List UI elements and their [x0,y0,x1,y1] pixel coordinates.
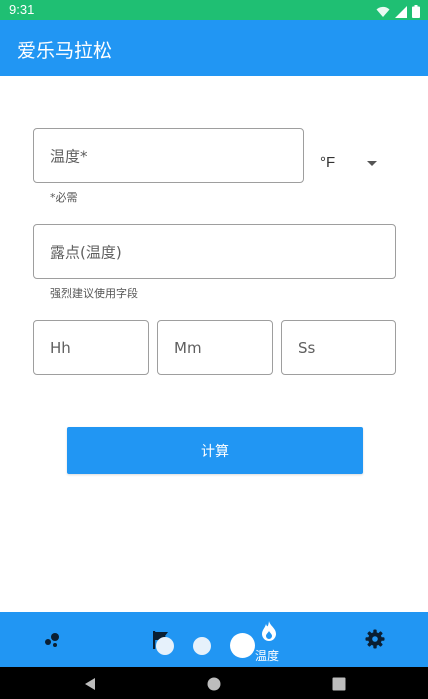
home-icon[interactable] [207,676,221,695]
temperature-helper-text: *必需 [50,191,78,204]
nav-item-settings[interactable] [350,612,400,667]
nav-item-label: 温度 [255,649,280,663]
status-time: 9:31 [9,2,35,17]
app-bar: 爱乐马拉松 [0,20,428,76]
dew-point-placeholder: 露点(温度) [50,243,122,261]
unit-dropdown[interactable]: °F [315,150,385,176]
scatter-icon [44,630,64,652]
hours-placeholder: Hh [50,338,71,357]
hours-input[interactable]: Hh [33,320,149,375]
temperature-placeholder: 温度* [50,147,88,165]
status-bar: 9:31 [0,0,428,20]
seconds-input[interactable]: Ss [281,320,396,375]
nav-item-scatter[interactable] [30,612,80,667]
chevron-down-icon [367,161,377,166]
minutes-placeholder: Mm [174,338,202,357]
recents-icon[interactable] [332,676,346,695]
gear-icon [365,629,385,653]
indicator-dot [193,637,211,655]
app-title: 爱乐马拉松 [17,40,113,62]
calculate-button[interactable]: 计算 [67,427,363,474]
flame-icon [260,620,278,646]
seconds-placeholder: Ss [298,338,316,357]
dew-point-input[interactable]: 露点(温度) [33,224,396,279]
dew-point-helper-text: 强烈建议使用字段 [50,287,138,300]
system-nav-bar [0,667,428,699]
bottom-nav: 温度 [0,612,428,667]
temperature-input[interactable]: 温度* [33,128,304,183]
unit-selected-value: °F [320,154,336,171]
back-icon[interactable] [83,676,97,695]
minutes-input[interactable]: Mm [157,320,273,375]
indicator-dot [156,637,174,655]
indicator-dot [230,633,255,658]
